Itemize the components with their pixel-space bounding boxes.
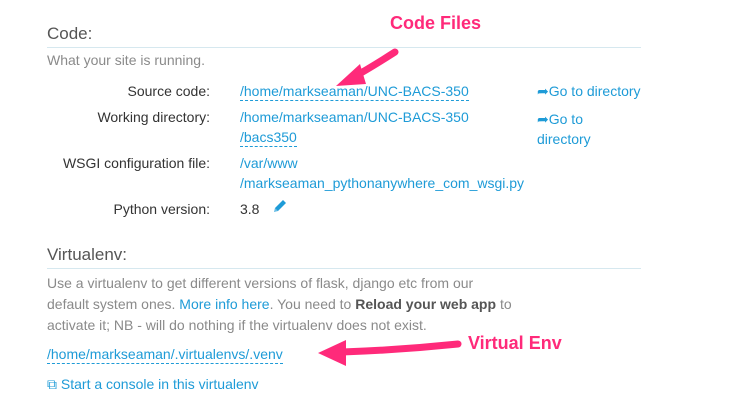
- working-directory-label: Working directory:: [97, 109, 210, 125]
- external-link-icon: ⧉: [47, 376, 57, 392]
- more-info-link[interactable]: More info here: [179, 296, 269, 312]
- reload-web-app-text: Reload your web app: [355, 296, 497, 312]
- goto-label-line1: Go to: [548, 111, 583, 127]
- working-directory-path-line2: /bacs350: [240, 129, 297, 147]
- virtualenv-section-title: Virtualenv:: [47, 245, 128, 264]
- wsgi-config-path[interactable]: /var/www /markseaman_pythonanywhere_com_…: [240, 155, 524, 191]
- virtualenv-section-divider: [47, 268, 641, 269]
- code-section-title: Code:: [47, 24, 93, 43]
- python-version-label: Python version:: [113, 201, 211, 217]
- goto-label-line2: directory: [537, 131, 591, 147]
- edit-pencil-icon[interactable]: [272, 198, 288, 214]
- virtualenv-desc-text2: . You need to: [269, 296, 352, 312]
- working-directory-goto-directory[interactable]: ➦Go to directory: [537, 109, 591, 149]
- virtualenv-desc-line1: Use a virtualenv to get different versio…: [47, 275, 474, 291]
- code-section-subtitle: What your site is running.: [47, 52, 205, 68]
- wsgi-config-path-line1: /var/www: [240, 155, 298, 171]
- virtualenv-desc-text: default system ones.: [47, 296, 176, 312]
- source-code-goto-directory[interactable]: ➦Go to directory: [537, 83, 641, 100]
- working-directory-path[interactable]: /home/markseaman/UNC-BACS-350 /bacs350: [240, 109, 520, 147]
- arrow-forward-icon: ➦: [537, 111, 549, 127]
- start-console-label: Start a console in this virtualenv: [60, 376, 259, 392]
- python-version-value: 3.8: [240, 201, 260, 217]
- arrow-forward-icon: ➦: [537, 83, 549, 99]
- virtualenv-desc-text3: to: [499, 296, 512, 312]
- working-directory-path-line1: /home/markseaman/UNC-BACS-350: [240, 109, 469, 125]
- code-files-arrow: [336, 48, 399, 86]
- goto-directory-label: Go to directory: [548, 83, 641, 99]
- virtualenv-description: Use a virtualenv to get different versio…: [47, 273, 647, 336]
- virtual-env-arrow: [318, 340, 462, 366]
- code-files-annotation: Code Files: [390, 13, 482, 33]
- wsgi-config-label: WSGI configuration file:: [62, 155, 210, 171]
- wsgi-config-path-line2: /markseaman_pythonanywhere_com_wsgi.py: [240, 175, 525, 191]
- source-code-path[interactable]: /home/markseaman/UNC-BACS-350: [240, 83, 469, 101]
- code-section-divider: [47, 47, 641, 48]
- virtualenv-path[interactable]: /home/markseaman/.virtualenvs/.venv: [47, 346, 283, 364]
- source-code-label: Source code:: [127, 83, 211, 99]
- virtual-env-annotation: Virtual Env: [468, 333, 562, 353]
- start-console-link[interactable]: ⧉ Start a console in this virtualenv: [47, 376, 259, 393]
